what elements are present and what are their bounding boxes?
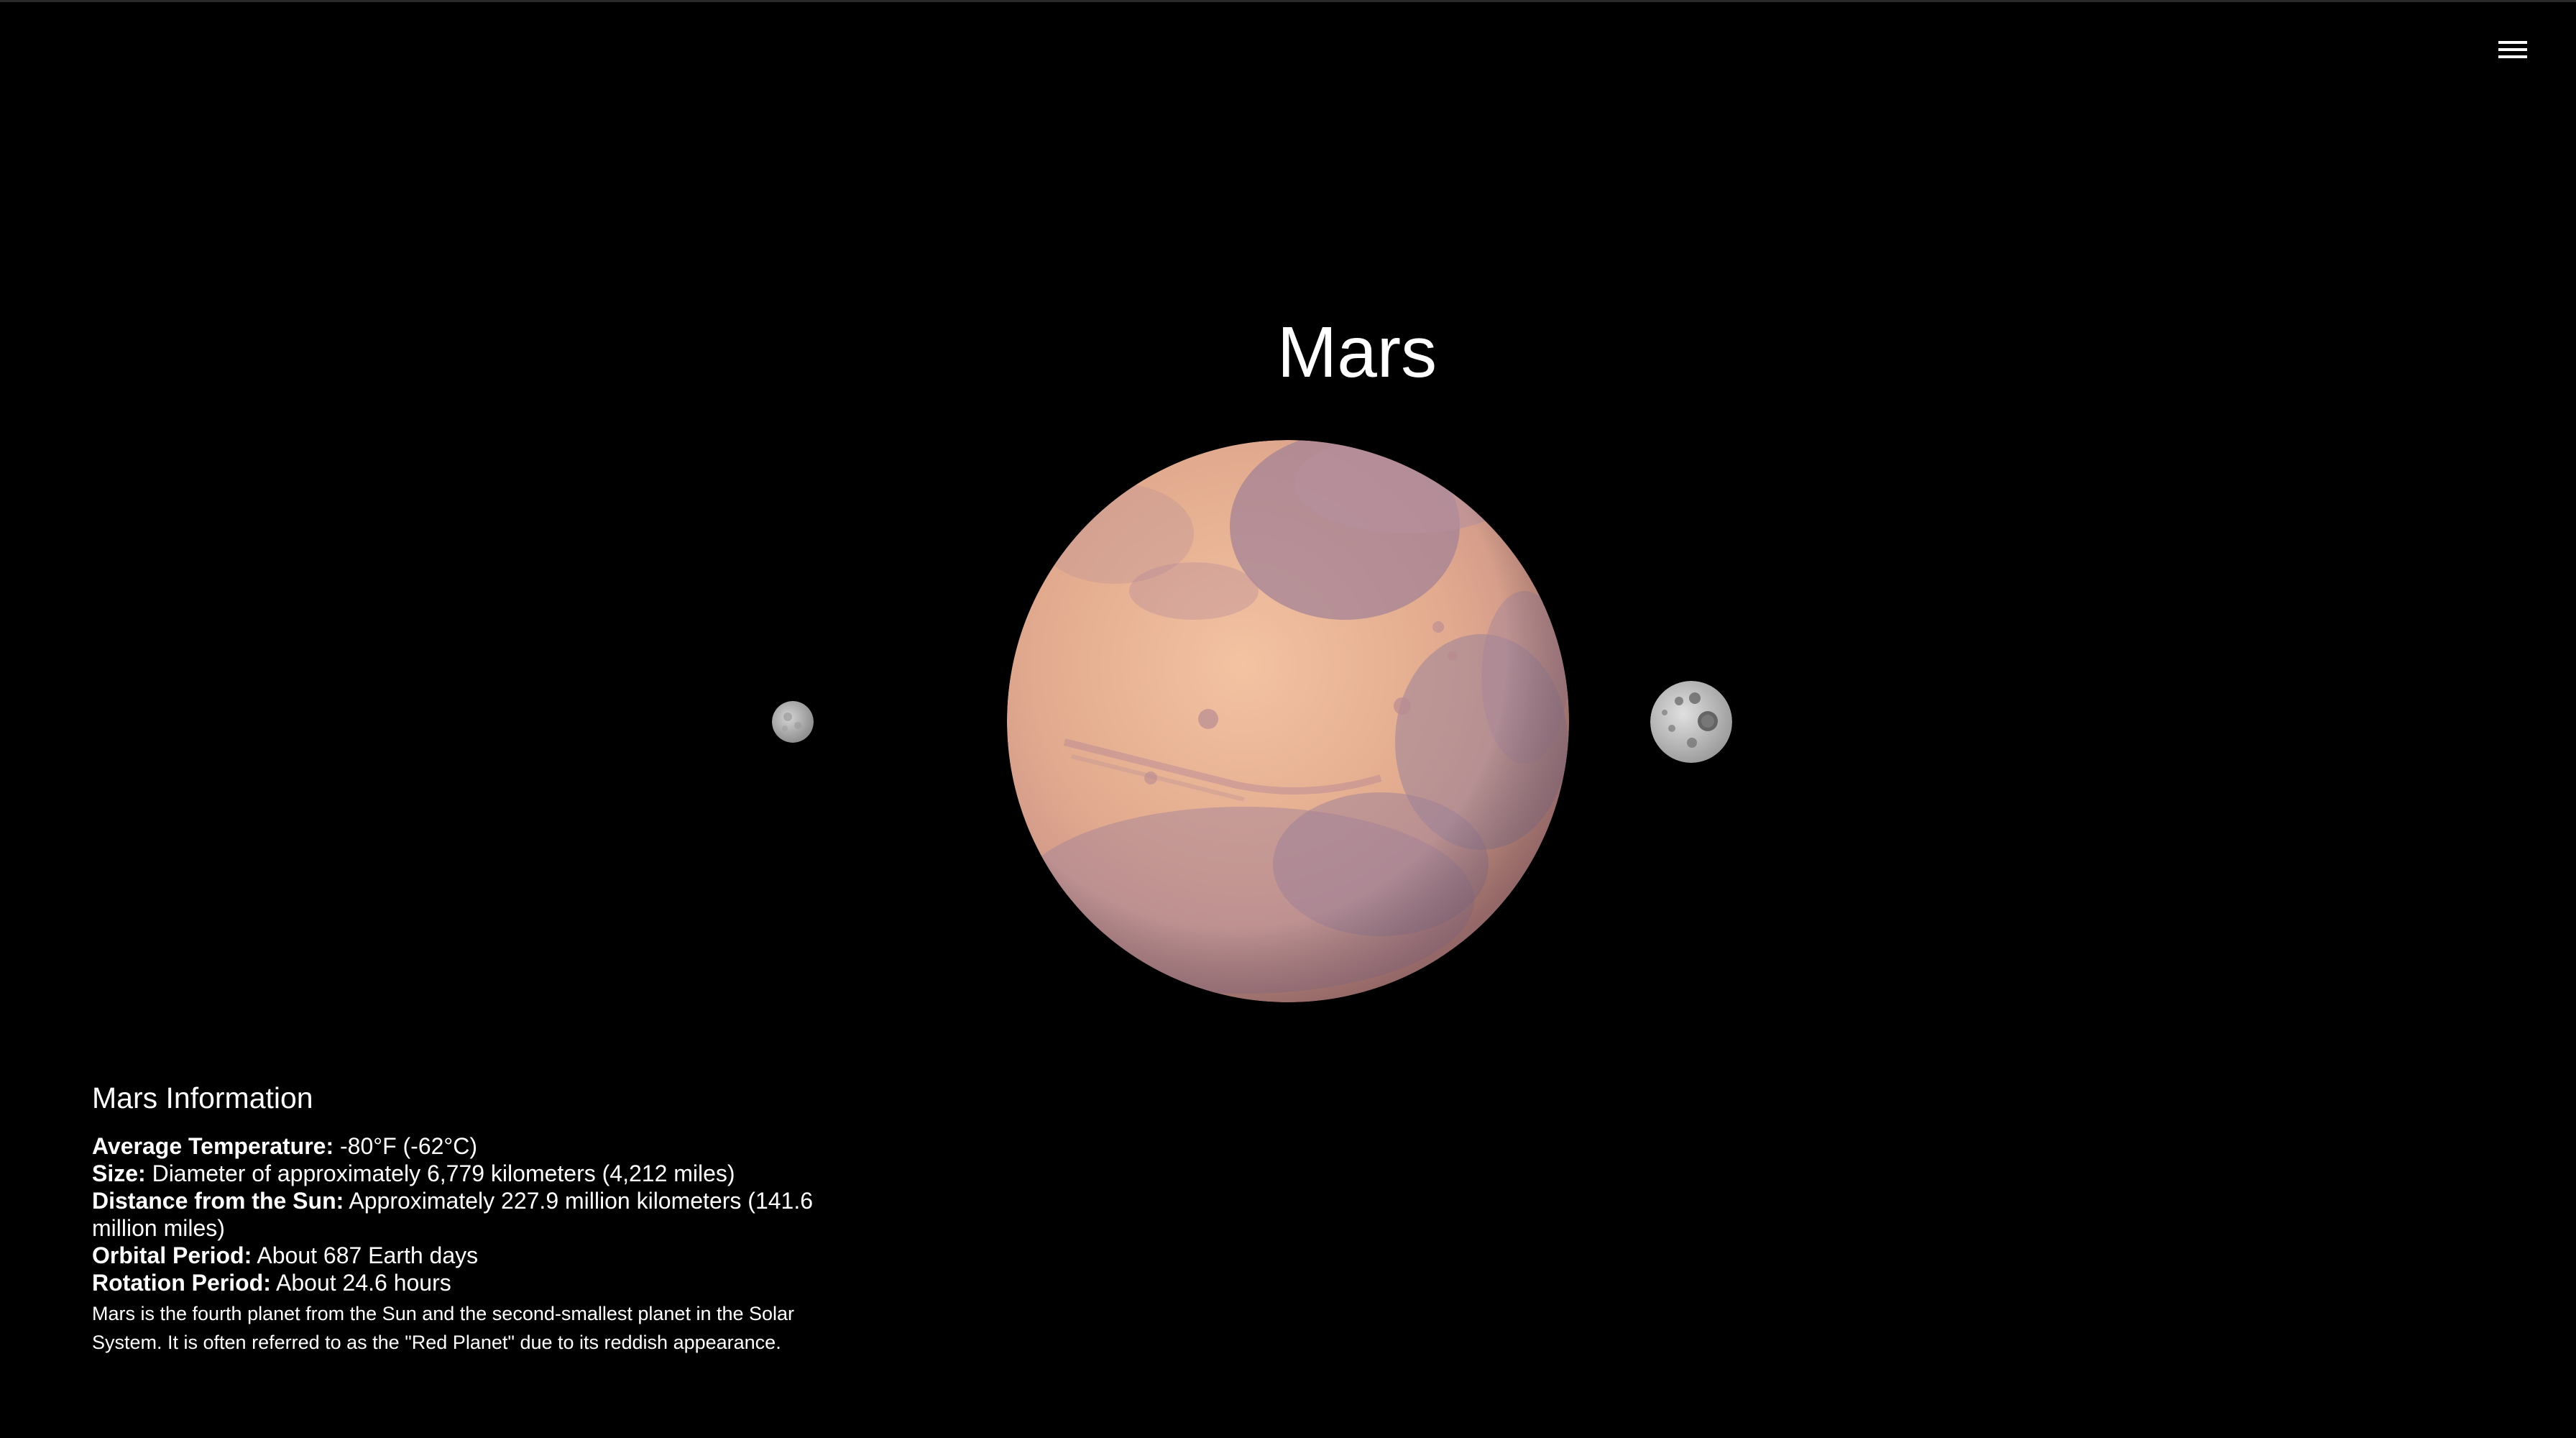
info-label: Average Temperature:: [92, 1133, 334, 1159]
menu-button[interactable]: [2496, 35, 2530, 64]
info-row-temperature: Average Temperature: -80°F (-62°C): [92, 1132, 832, 1160]
info-value: -80°F (-62°C): [334, 1133, 477, 1159]
space-stage: Mars Mars Information Average Temperatur…: [0, 0, 2576, 1438]
info-label: Rotation Period:: [92, 1270, 271, 1296]
info-row-orbital-period: Orbital Period: About 687 Earth days: [92, 1242, 832, 1269]
info-value: About 687 Earth days: [252, 1242, 479, 1268]
info-description: Mars is the fourth planet from the Sun a…: [92, 1303, 795, 1353]
info-value: About 24.6 hours: [270, 1270, 451, 1296]
mars-planet[interactable]: [1007, 440, 1569, 1002]
info-label: Size:: [92, 1160, 146, 1186]
info-value: Diameter of approximately 6,779 kilomete…: [145, 1160, 735, 1186]
moon-phobos[interactable]: [1650, 681, 1732, 763]
info-heading: Mars Information: [92, 1081, 313, 1114]
moon-deimos[interactable]: [772, 701, 814, 743]
hamburger-menu-icon: [2498, 41, 2527, 58]
info-label: Orbital Period:: [92, 1242, 252, 1268]
info-row-rotation-period: Rotation Period: About 24.6 hours: [92, 1269, 832, 1296]
info-label: Distance from the Sun:: [92, 1188, 344, 1214]
info-row-size: Size: Diameter of approximately 6,779 ki…: [92, 1160, 832, 1187]
page-title: Mars: [1276, 312, 1438, 393]
info-row-distance: Distance from the Sun: Approximately 227…: [92, 1187, 832, 1242]
info-panel: Mars Information Average Temperature: -8…: [92, 1078, 832, 1357]
